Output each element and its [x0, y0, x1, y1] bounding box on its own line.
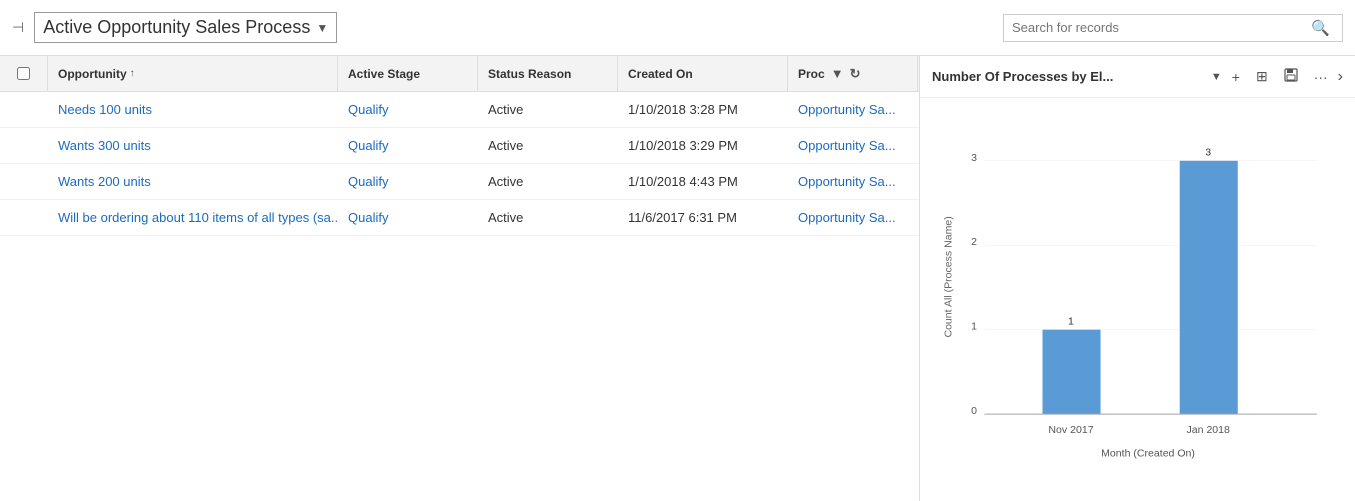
row-checkbox-3[interactable] — [0, 164, 48, 199]
page-title: Active Opportunity Sales Process — [43, 17, 310, 38]
search-input[interactable] — [1012, 20, 1307, 35]
process-3[interactable]: Opportunity Sa... — [788, 164, 918, 199]
created-on-4: 11/6/2017 6:31 PM — [618, 200, 788, 235]
col-active-stage-label: Active Stage — [348, 67, 420, 81]
chart-expand-button[interactable]: › — [1338, 68, 1343, 86]
select-all-checkbox-cell[interactable] — [0, 56, 48, 91]
opportunity-link-1[interactable]: Needs 100 units — [48, 92, 338, 127]
opportunity-link-2[interactable]: Wants 300 units — [48, 128, 338, 163]
table-row: Will be ordering about 110 items of all … — [0, 200, 919, 236]
y-axis-label: Count All (Process Name) — [943, 216, 955, 337]
bar-jan-2018 — [1180, 161, 1238, 414]
col-opportunity-label: Opportunity — [58, 67, 127, 81]
refresh-icon[interactable]: ↻ — [850, 66, 861, 82]
chart-actions: + ⊞ ··· — [1228, 66, 1332, 87]
chart-more-button[interactable]: ··· — [1310, 67, 1332, 87]
active-stage-3[interactable]: Qualify — [338, 164, 478, 199]
opportunity-link-4[interactable]: Will be ordering about 110 items of all … — [48, 200, 338, 235]
filter-icon[interactable]: ▼ — [831, 66, 844, 81]
chart-title-dropdown-icon[interactable]: ▼ — [1211, 71, 1222, 83]
chart-body: Count All (Process Name) 0 1 2 3 1 Nov 2… — [920, 98, 1355, 501]
created-on-3: 1/10/2018 4:43 PM — [618, 164, 788, 199]
status-reason-3: Active — [478, 164, 618, 199]
row-checkbox-2[interactable] — [0, 128, 48, 163]
chart-svg: Count All (Process Name) 0 1 2 3 1 Nov 2… — [930, 108, 1345, 488]
bar-nov-2017-value: 1 — [1068, 315, 1074, 327]
y-tick-2: 2 — [971, 236, 977, 248]
bar-nov-2017 — [1043, 330, 1101, 414]
status-reason-2: Active — [478, 128, 618, 163]
chart-add-button[interactable]: + — [1228, 67, 1244, 87]
col-process-label: Proc — [798, 67, 825, 81]
col-header-active-stage: Active Stage — [338, 56, 478, 91]
row-checkbox-4[interactable] — [0, 200, 48, 235]
status-reason-4: Active — [478, 200, 618, 235]
x-axis-label: Month (Created On) — [1101, 447, 1195, 459]
table-section: Opportunity ↑ Active Stage Status Reason… — [0, 56, 920, 501]
created-on-2: 1/10/2018 3:29 PM — [618, 128, 788, 163]
col-header-status-reason: Status Reason — [478, 56, 618, 91]
chart-title: Number Of Processes by El... — [932, 69, 1205, 84]
created-on-1: 1/10/2018 3:28 PM — [618, 92, 788, 127]
table-row: Needs 100 units Qualify Active 1/10/2018… — [0, 92, 919, 128]
chart-section: Number Of Processes by El... ▼ + ⊞ ··· › — [920, 56, 1355, 501]
x-label-nov-2017: Nov 2017 — [1048, 424, 1093, 436]
title-dropdown-arrow[interactable]: ▼ — [316, 21, 328, 35]
active-stage-1[interactable]: Qualify — [338, 92, 478, 127]
select-all-checkbox[interactable] — [17, 67, 30, 80]
table-row: Wants 200 units Qualify Active 1/10/2018… — [0, 164, 919, 200]
row-checkbox-1[interactable] — [0, 92, 48, 127]
col-header-created-on: Created On — [618, 56, 788, 91]
chart-header: Number Of Processes by El... ▼ + ⊞ ··· › — [920, 56, 1355, 98]
process-1[interactable]: Opportunity Sa... — [788, 92, 918, 127]
y-tick-1: 1 — [971, 321, 977, 333]
table-body: Needs 100 units Qualify Active 1/10/2018… — [0, 92, 919, 236]
search-button[interactable]: 🔍 — [1307, 19, 1334, 37]
x-label-jan-2018: Jan 2018 — [1187, 424, 1231, 436]
status-reason-1: Active — [478, 92, 618, 127]
chart-layout-button[interactable]: ⊞ — [1252, 66, 1272, 87]
process-4[interactable]: Opportunity Sa... — [788, 200, 918, 235]
opportunity-link-3[interactable]: Wants 200 units — [48, 164, 338, 199]
col-created-on-label: Created On — [628, 67, 693, 81]
chart-save-button[interactable] — [1280, 66, 1302, 87]
process-2[interactable]: Opportunity Sa... — [788, 128, 918, 163]
search-box: 🔍 — [1003, 14, 1343, 42]
y-tick-0: 0 — [971, 405, 977, 417]
title-wrapper[interactable]: Active Opportunity Sales Process ▼ — [34, 12, 337, 43]
col-header-opportunity: Opportunity ↑ — [48, 56, 338, 91]
col-header-process: Proc ▼ ↻ — [788, 56, 918, 91]
active-stage-4[interactable]: Qualify — [338, 200, 478, 235]
nav-icon: ⊣ — [12, 19, 24, 36]
y-tick-3: 3 — [971, 152, 977, 164]
bar-jan-2018-value: 3 — [1205, 147, 1211, 159]
main-content: Opportunity ↑ Active Stage Status Reason… — [0, 56, 1355, 501]
header: ⊣ Active Opportunity Sales Process ▼ 🔍 — [0, 0, 1355, 56]
table-header: Opportunity ↑ Active Stage Status Reason… — [0, 56, 919, 92]
col-status-reason-label: Status Reason — [488, 67, 571, 81]
sort-ascending-icon[interactable]: ↑ — [130, 68, 135, 79]
active-stage-2[interactable]: Qualify — [338, 128, 478, 163]
table-row: Wants 300 units Qualify Active 1/10/2018… — [0, 128, 919, 164]
